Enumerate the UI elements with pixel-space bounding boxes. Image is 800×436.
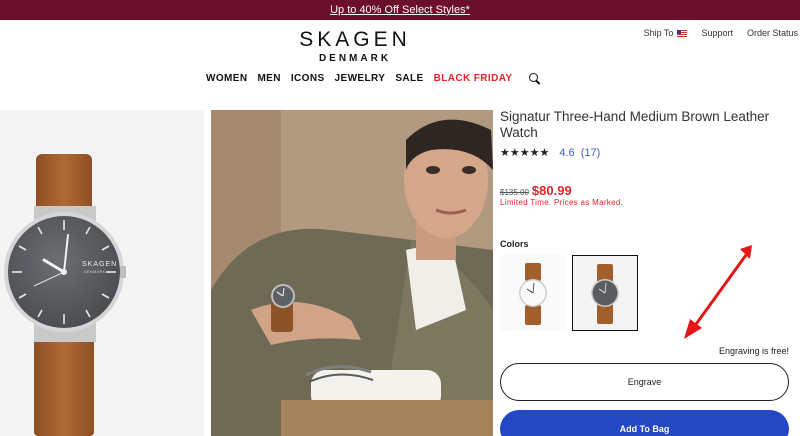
color-swatch-gray-dial[interactable] [572,255,638,331]
white-dial-watch-icon [519,263,547,325]
watch-image: SKAGEN DENMARK [4,154,126,436]
rating-stars-icon: ★★★★★ [500,147,550,159]
main-nav: WOMEN MEN ICONS JEWELRY SALE BLACK FRIDA… [206,73,540,84]
dial-brand-text: SKAGEN [82,261,117,268]
original-price: $135.00 [500,188,529,197]
colors-label: Colors [500,239,529,249]
nav-item-men[interactable]: MEN [257,73,280,84]
price-note: Limited Time. Prices as Marked. [500,198,624,207]
nav-item-icons[interactable]: ICONS [291,73,325,84]
gray-dial-watch-icon [591,264,619,324]
brand-logo[interactable]: SKAGEN DENMARK [0,28,710,64]
add-to-bag-button[interactable]: Add To Bag [500,410,789,436]
color-swatch-white-dial[interactable] [500,255,566,331]
rating-score: 4.6 [559,146,575,159]
model-photo [211,110,493,436]
engraving-note: Engraving is free! [718,346,789,356]
product-image-main[interactable]: SKAGEN DENMARK [0,110,204,436]
order-status-link[interactable]: Order Status [747,28,798,38]
search-icon[interactable] [528,73,540,84]
price-block: $135.00 $80.99 [500,183,572,198]
annotation-arrow-icon [684,245,752,339]
engrave-button[interactable]: Engrave [500,363,789,401]
product-title: Signatur Three-Hand Medium Brown Leather… [500,109,770,140]
review-count: (17) [580,146,601,159]
sale-price: $80.99 [531,183,572,198]
nav-item-sale[interactable]: SALE [395,73,423,84]
nav-item-jewelry[interactable]: JEWELRY [335,73,386,84]
promo-link[interactable]: Up to 40% Off Select Styles* [330,4,470,16]
product-image-lifestyle[interactable] [211,110,493,436]
nav-item-women[interactable]: WOMEN [206,73,247,84]
rating-value[interactable]: 4.6 (17) [559,147,600,159]
promo-banner: Up to 40% Off Select Styles* [0,0,800,20]
nav-item-black-friday[interactable]: BLACK FRIDAY [434,73,513,84]
dial-sub-text: DENMARK [84,270,106,274]
logo-wordmark: SKAGEN [299,28,411,51]
logo-subtitle: DENMARK [318,53,392,64]
product-rating[interactable]: ★★★★★ 4.6 (17) [500,146,600,160]
